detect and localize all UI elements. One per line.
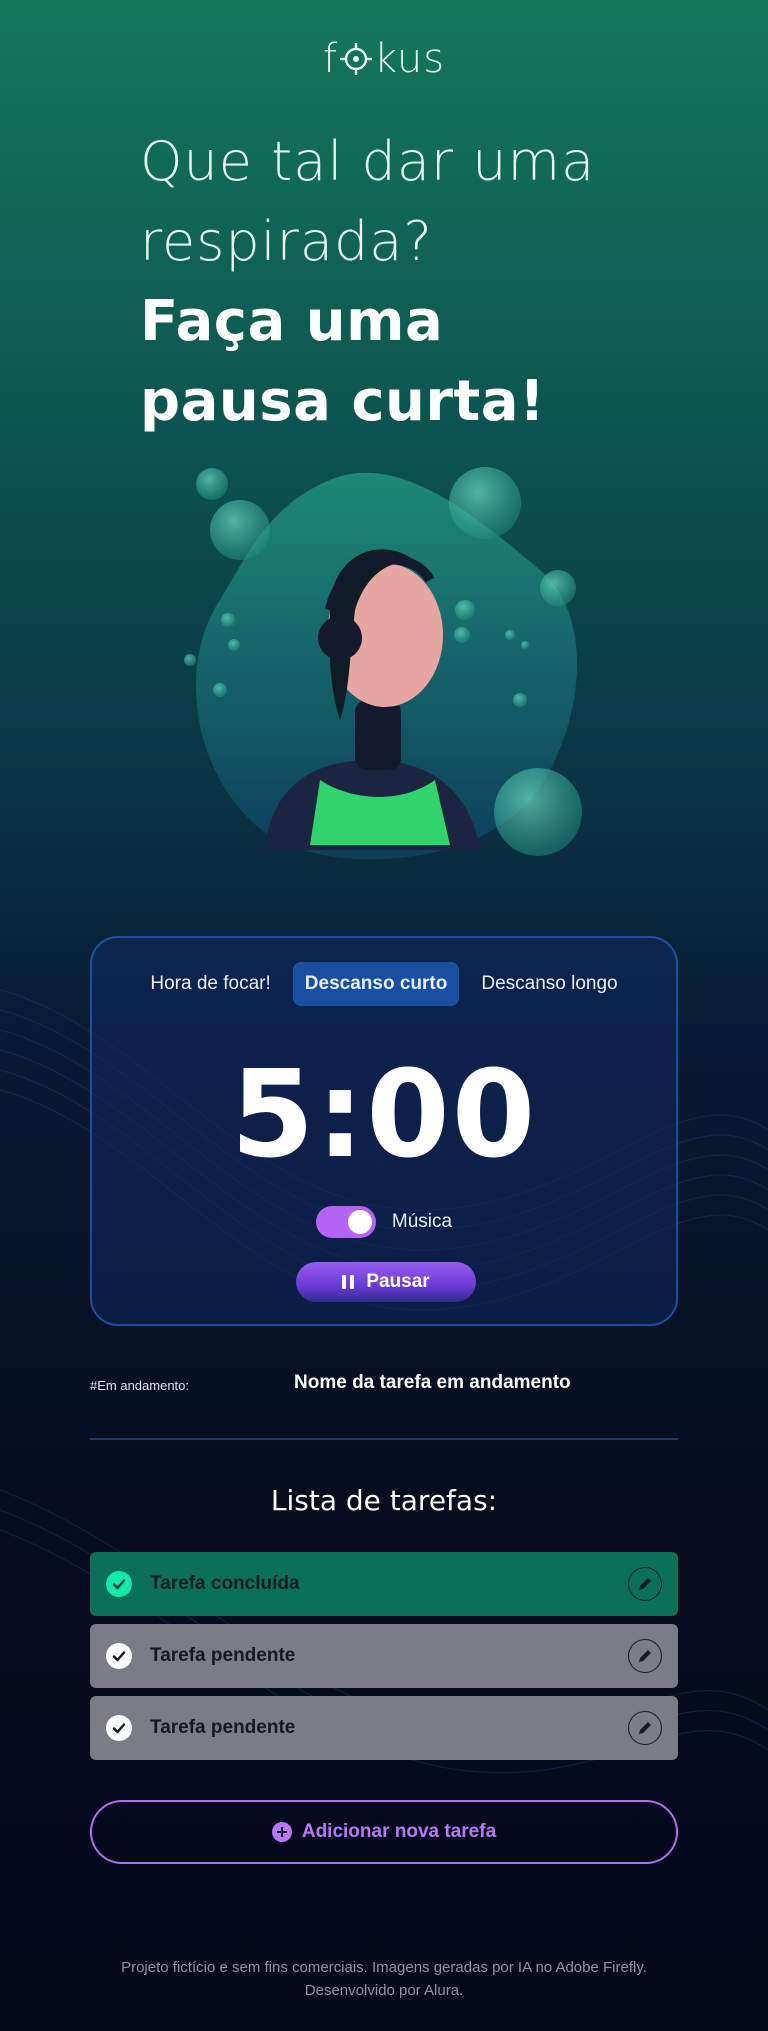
add-task-button[interactable]: Adicionar nova tarefa (90, 1800, 678, 1864)
task-label: Tarefa pendente (150, 1717, 296, 1738)
headline-line-1: Que tal dar uma (140, 130, 596, 193)
footer-line-2: Desenvolvido por Alura. (304, 1982, 464, 1999)
timer-display: 5:00 (230, 1046, 538, 1185)
check-icon[interactable] (106, 1715, 132, 1741)
fokus-logo: f kus (0, 36, 768, 82)
check-icon[interactable] (106, 1571, 132, 1597)
headline-bold-2: pausa curta! (140, 369, 546, 434)
timer-tabs: Hora de focar! Descanso curto Descanso l… (92, 962, 676, 1006)
target-icon (339, 40, 373, 75)
headline: Que tal dar uma respirada? Faça uma paus… (140, 122, 700, 442)
footer: Projeto fictício e sem fins comerciais. … (0, 1956, 768, 2002)
timer-card: Hora de focar! Descanso curto Descanso l… (90, 936, 678, 1326)
music-toggle-row: Música (92, 1206, 676, 1238)
add-task-label: Adicionar nova tarefa (301, 1821, 497, 1842)
task-item-done[interactable]: Tarefa concluída (90, 1552, 678, 1616)
in-progress-row: #Em andamento: Nome da tarefa em andamen… (90, 1370, 678, 1400)
hero-illustration (184, 467, 582, 860)
task-item-pending[interactable]: Tarefa pendente (90, 1696, 678, 1760)
edit-pencil-icon[interactable] (628, 1567, 662, 1601)
toggle-knob (347, 1210, 372, 1234)
edit-pencil-icon[interactable] (628, 1711, 662, 1745)
pause-icon (342, 1275, 355, 1289)
divider (90, 1438, 678, 1440)
edit-pencil-icon[interactable] (628, 1639, 662, 1673)
pause-button-label: Pausar (366, 1271, 430, 1292)
task-label: Tarefa concluída (150, 1573, 300, 1594)
headline-line-2: respirada? (140, 210, 433, 273)
task-label: Tarefa pendente (150, 1645, 296, 1666)
plus-circle-icon (271, 1822, 292, 1842)
headline-bold-1: Faça uma (140, 289, 444, 354)
in-progress-label: #Em andamento: (90, 1378, 190, 1393)
task-list-title: Lista de tarefas: (270, 1484, 498, 1517)
in-progress-task-name: Nome da tarefa em andamento (294, 1372, 571, 1393)
footer-line-1: Projeto fictício e sem fins comerciais. … (121, 1959, 647, 1976)
music-label: Música (391, 1211, 453, 1232)
check-icon[interactable] (106, 1643, 132, 1669)
music-toggle[interactable] (315, 1206, 376, 1238)
task-item-pending[interactable]: Tarefa pendente (90, 1624, 678, 1688)
pause-button[interactable]: Pausar (296, 1262, 476, 1302)
tab-focus[interactable]: Hora de focar! (138, 962, 282, 1006)
tab-long-break[interactable]: Descanso longo (469, 962, 629, 1006)
logo-text: f kus (322, 36, 446, 82)
tab-short-break[interactable]: Descanso curto (292, 962, 460, 1006)
